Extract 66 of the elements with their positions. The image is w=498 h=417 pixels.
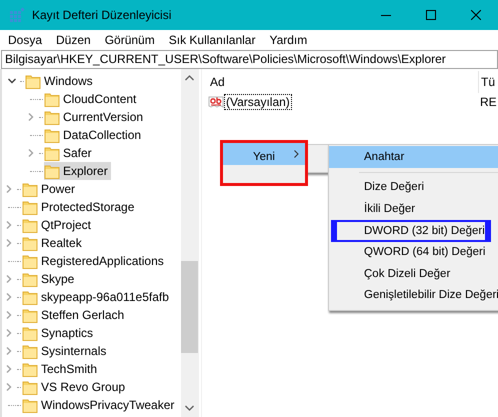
tree-item[interactable]: Synaptics	[22, 324, 96, 342]
folder-icon	[22, 397, 38, 413]
tree-item[interactable]: QtProject	[22, 216, 94, 234]
folder-icon	[22, 379, 38, 395]
folder-icon	[22, 361, 38, 377]
maximize-icon	[426, 10, 436, 20]
menu-item[interactable]: Yardım	[264, 31, 312, 49]
menu-option[interactable]: DWORD (32 bit) Değeri	[331, 220, 491, 242]
tree-item[interactable]: Sysinternals	[22, 342, 110, 360]
tree-item[interactable]: Skype	[22, 270, 78, 288]
address-field[interactable]: Bilgisayar\HKEY_CURRENT_USER\Software\Policies\Microsoft\Windows\Explorer	[1, 50, 498, 69]
folder-icon	[25, 73, 41, 89]
window-title: Kayıt Defteri Düzenleyicisi	[32, 8, 172, 22]
menu-option[interactable]: Çok Dizeli Değer	[329, 263, 498, 284]
chevron-icon[interactable]	[8, 77, 16, 85]
folder-icon	[22, 181, 38, 197]
folder-icon	[22, 289, 38, 305]
menu-option[interactable]: İkili Değer	[329, 198, 498, 220]
menu-item[interactable]: Görünüm	[100, 31, 160, 49]
value-name[interactable]: (Varsayılan)	[224, 94, 292, 110]
menu-item[interactable]: Dosya	[3, 31, 48, 49]
folder-icon	[44, 109, 60, 125]
tree-item[interactable]: Steffen Gerlach	[22, 306, 128, 324]
folder-icon	[22, 271, 38, 287]
folder-icon	[22, 217, 38, 233]
tree-item[interactable]: RegisteredApplications	[22, 252, 167, 270]
folder-icon	[22, 235, 38, 251]
folder-icon	[44, 163, 60, 179]
value-type: RE	[480, 95, 497, 109]
tree-item[interactable]: skypeapp-96a011e5fafb	[22, 288, 172, 306]
scroll-thumb[interactable]	[181, 261, 198, 353]
folder-icon	[22, 307, 38, 323]
string-value-icon	[208, 94, 224, 110]
tree-item[interactable]: CurrentVersion	[44, 108, 146, 126]
tree-item[interactable]: ProtectedStorage	[22, 198, 138, 216]
close-icon	[470, 10, 480, 20]
folder-icon	[44, 145, 60, 161]
tree-item[interactable]: Safer	[44, 144, 95, 162]
menu-item[interactable]: Düzen	[51, 31, 96, 49]
folder-icon	[22, 343, 38, 359]
menu-option[interactable]: QWORD (64 bit) Değeri	[329, 242, 498, 263]
folder-icon	[44, 127, 60, 143]
folder-icon	[22, 253, 38, 269]
tree-item[interactable]: DataCollection	[44, 126, 144, 144]
menu-option[interactable]: Yeni	[220, 140, 308, 186]
tree-item[interactable]: Realtek	[22, 234, 85, 252]
scroll-down-icon[interactable]	[185, 405, 194, 411]
menu-option[interactable]: Anahtar	[329, 146, 498, 168]
menu-item[interactable]: Sık Kullanılanlar	[164, 31, 260, 49]
menu-option[interactable]: Genişletilebilir Dize Değeri	[329, 284, 498, 306]
tree-item[interactable]: Windows	[25, 72, 96, 90]
tree-item[interactable]: WindowsPrivacyTweaker	[22, 396, 178, 414]
scrollbar[interactable]	[181, 69, 198, 417]
folder-icon	[44, 91, 60, 107]
tree-item[interactable]: VS Revo Group	[22, 378, 128, 396]
folder-icon	[22, 325, 38, 341]
column-header[interactable]: Ad	[202, 71, 479, 93]
folder-icon	[22, 199, 38, 215]
tree-item[interactable]: TechSmith	[22, 360, 100, 378]
scroll-up-icon[interactable]	[185, 75, 194, 81]
registry-grid-icon	[9, 7, 25, 23]
column-header[interactable]: Tü	[479, 75, 496, 89]
menu-option[interactable]: Dize Değeri	[329, 176, 498, 198]
tree-item[interactable]: Explorer	[44, 162, 111, 180]
tree-item[interactable]: Power	[22, 180, 78, 198]
tree-item[interactable]: CloudContent	[44, 90, 140, 108]
